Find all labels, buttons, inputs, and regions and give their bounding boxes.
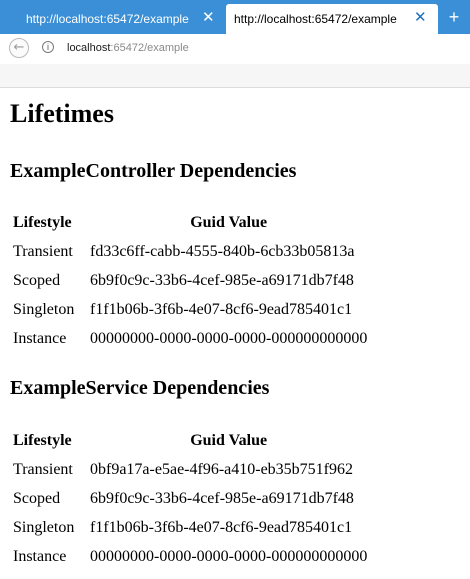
lifestyle-cell: Transient <box>13 460 73 478</box>
lifestyle-column-header: Lifestyle <box>13 213 72 231</box>
info-icon[interactable]: i <box>42 41 54 53</box>
lifestyle-cell: Instance <box>13 329 67 347</box>
guid-cell: 00000000-0000-0000-0000-000000000000 <box>90 329 368 347</box>
address-bar[interactable]: localhost:65472/example <box>67 42 189 54</box>
lifestyle-cell: Instance <box>13 547 67 565</box>
table-row: Instance 00000000-0000-0000-0000-0000000… <box>12 543 368 570</box>
tab-title: http://localhost:65472/example <box>234 12 397 26</box>
url-path: :65472/example <box>110 42 189 54</box>
guid-cell: 00000000-0000-0000-0000-000000000000 <box>90 547 368 565</box>
tab-strip: http://localhost:65472/example ✕ http://… <box>0 0 470 34</box>
tab-2-active[interactable]: http://localhost:65472/example ✕ <box>226 4 438 34</box>
guid-cell: 0bf9a17a-e5ae-4f96-a410-eb35b751f962 <box>90 460 354 478</box>
close-icon[interactable]: ✕ <box>202 10 215 25</box>
guid-column-header: Guid Value <box>190 213 268 231</box>
lifestyle-cell: Scoped <box>13 271 61 289</box>
lifestyle-cell: Singleton <box>13 518 75 536</box>
browser-toolbar: ← i localhost:65472/example <box>0 34 470 64</box>
table-row: Scoped 6b9f0c9c-33b6-4cef-985e-a69171db7… <box>12 485 368 512</box>
lifestyle-cell: Transient <box>13 242 73 260</box>
guid-cell: f1f1b06b-3f6b-4e07-8cf6-9ead785401c1 <box>90 300 353 318</box>
bookmark-bar <box>0 64 470 88</box>
page-title: Lifetimes <box>10 99 114 128</box>
lifestyle-cell: Singleton <box>13 300 75 318</box>
new-tab-icon[interactable]: + <box>444 7 464 27</box>
guid-cell: f1f1b06b-3f6b-4e07-8cf6-9ead785401c1 <box>90 518 353 536</box>
controller-dependencies-table: Lifestyle Guid Value Transient fd33c6ff-… <box>10 207 370 354</box>
section-heading-controller: ExampleController Dependencies <box>10 160 297 182</box>
lifestyle-column-header: Lifestyle <box>13 431 72 449</box>
section-heading-service: ExampleService Dependencies <box>10 377 270 399</box>
guid-cell: fd33c6ff-cabb-4555-840b-6cb33b05813a <box>90 242 355 260</box>
table-header-row: Lifestyle Guid Value <box>12 427 368 454</box>
guid-cell: 6b9f0c9c-33b6-4cef-985e-a69171db7f48 <box>90 271 354 289</box>
tab-1[interactable]: http://localhost:65472/example ✕ <box>0 4 226 34</box>
back-arrow-icon[interactable]: ← <box>9 38 29 58</box>
table-header-row: Lifestyle Guid Value <box>12 209 368 236</box>
url-host: localhost <box>67 42 111 54</box>
table-row: Instance 00000000-0000-0000-0000-0000000… <box>12 325 368 352</box>
close-icon[interactable]: ✕ <box>414 10 427 25</box>
table-row: Scoped 6b9f0c9c-33b6-4cef-985e-a69171db7… <box>12 267 368 294</box>
table-row: Transient fd33c6ff-cabb-4555-840b-6cb33b… <box>12 238 368 265</box>
tab-title: http://localhost:65472/example <box>26 12 189 26</box>
table-row: Singleton f1f1b06b-3f6b-4e07-8cf6-9ead78… <box>12 514 368 541</box>
service-dependencies-table: Lifestyle Guid Value Transient 0bf9a17a-… <box>10 425 370 572</box>
lifestyle-cell: Scoped <box>13 489 61 507</box>
table-row: Singleton f1f1b06b-3f6b-4e07-8cf6-9ead78… <box>12 296 368 323</box>
guid-cell: 6b9f0c9c-33b6-4cef-985e-a69171db7f48 <box>90 489 354 507</box>
table-row: Transient 0bf9a17a-e5ae-4f96-a410-eb35b7… <box>12 456 368 483</box>
guid-column-header: Guid Value <box>190 431 268 449</box>
